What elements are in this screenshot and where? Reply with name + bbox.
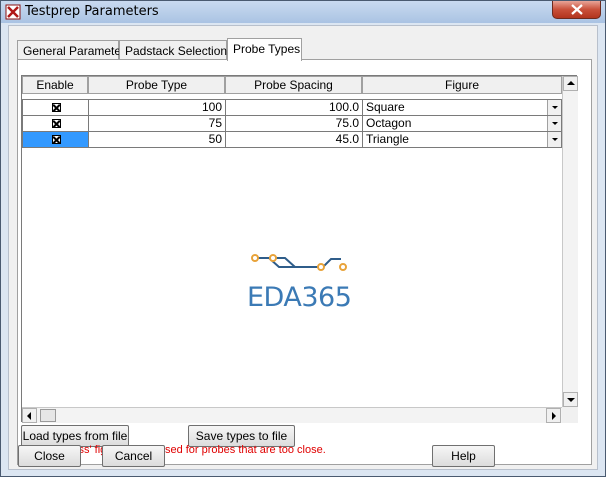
figure-value: Octagon bbox=[366, 116, 412, 130]
testprep-parameters-window: Testprep Parameters General Parameters P… bbox=[0, 0, 606, 477]
probe-spacing-cell[interactable]: 75.0 bbox=[225, 115, 363, 132]
probe-type-cell[interactable]: 50 bbox=[88, 131, 226, 148]
figure-cell[interactable]: Square bbox=[362, 99, 562, 116]
chevron-down-icon[interactable] bbox=[547, 116, 561, 131]
cancel-button[interactable]: Cancel bbox=[102, 445, 165, 467]
probe-types-grid[interactable]: Enable Probe Type Probe Spacing Figure 1… bbox=[21, 75, 578, 423]
scroll-right-button[interactable] bbox=[546, 408, 561, 423]
figure-value: Square bbox=[366, 100, 405, 114]
circuit-logo-icon bbox=[251, 254, 347, 271]
tab-padstack-selections[interactable]: Padstack Selections bbox=[119, 40, 233, 60]
column-header-probe-type[interactable]: Probe Type bbox=[88, 76, 225, 94]
grid-header: Enable Probe Type Probe Spacing Figure bbox=[22, 76, 562, 94]
column-header-enable[interactable]: Enable bbox=[22, 76, 88, 94]
horizontal-scrollbar[interactable] bbox=[22, 407, 562, 423]
chevron-down-icon[interactable] bbox=[547, 132, 561, 147]
chevron-down-icon[interactable] bbox=[547, 100, 561, 115]
scroll-down-button[interactable] bbox=[563, 392, 578, 407]
close-button[interactable]: Close bbox=[18, 445, 81, 467]
probe-spacing-cell[interactable]: 45.0 bbox=[225, 131, 363, 148]
figure-cell[interactable]: Octagon bbox=[362, 115, 562, 132]
column-header-probe-spacing[interactable]: Probe Spacing bbox=[225, 76, 362, 94]
title-bar[interactable]: Testprep Parameters bbox=[1, 1, 605, 23]
enable-checkbox[interactable] bbox=[52, 135, 61, 144]
window-title: Testprep Parameters bbox=[25, 4, 159, 19]
probe-type-cell[interactable]: 100 bbox=[88, 99, 226, 116]
probe-type-cell[interactable]: 75 bbox=[88, 115, 226, 132]
probe-types-panel: Enable Probe Type Probe Spacing Figure 1… bbox=[17, 59, 592, 465]
eda365-watermark: EDA365 bbox=[247, 251, 367, 313]
help-button[interactable]: Help bbox=[432, 445, 495, 467]
figure-value: Triangle bbox=[366, 132, 409, 146]
horizontal-scroll-thumb[interactable] bbox=[40, 409, 56, 422]
watermark-text: EDA365 bbox=[247, 282, 352, 313]
close-icon bbox=[571, 4, 583, 15]
app-icon bbox=[5, 4, 21, 20]
probe-spacing-cell[interactable]: 100.0 bbox=[225, 99, 363, 116]
column-header-figure[interactable]: Figure bbox=[362, 76, 562, 94]
scroll-up-button[interactable] bbox=[563, 76, 578, 91]
table-row[interactable]: 75 75.0 Octagon bbox=[22, 115, 562, 132]
enable-cell[interactable] bbox=[22, 115, 89, 132]
tab-probe-types[interactable]: Probe Types bbox=[227, 38, 302, 61]
enable-checkbox[interactable] bbox=[52, 119, 61, 128]
table-row[interactable]: 100 100.0 Square bbox=[22, 99, 562, 116]
window-close-button[interactable] bbox=[552, 1, 601, 19]
dialog-client: General Parameters Padstack Selections P… bbox=[8, 25, 598, 470]
enable-cell[interactable] bbox=[22, 131, 89, 148]
scrollbar-corner bbox=[562, 407, 578, 423]
enable-cell[interactable] bbox=[22, 99, 89, 116]
scroll-left-button[interactable] bbox=[22, 408, 37, 423]
tab-general-parameters[interactable]: General Parameters bbox=[17, 40, 131, 60]
figure-cell[interactable]: Triangle bbox=[362, 131, 562, 148]
table-row[interactable]: 50 45.0 Triangle bbox=[22, 131, 562, 148]
vertical-scrollbar[interactable] bbox=[562, 76, 578, 407]
enable-checkbox[interactable] bbox=[52, 103, 61, 112]
